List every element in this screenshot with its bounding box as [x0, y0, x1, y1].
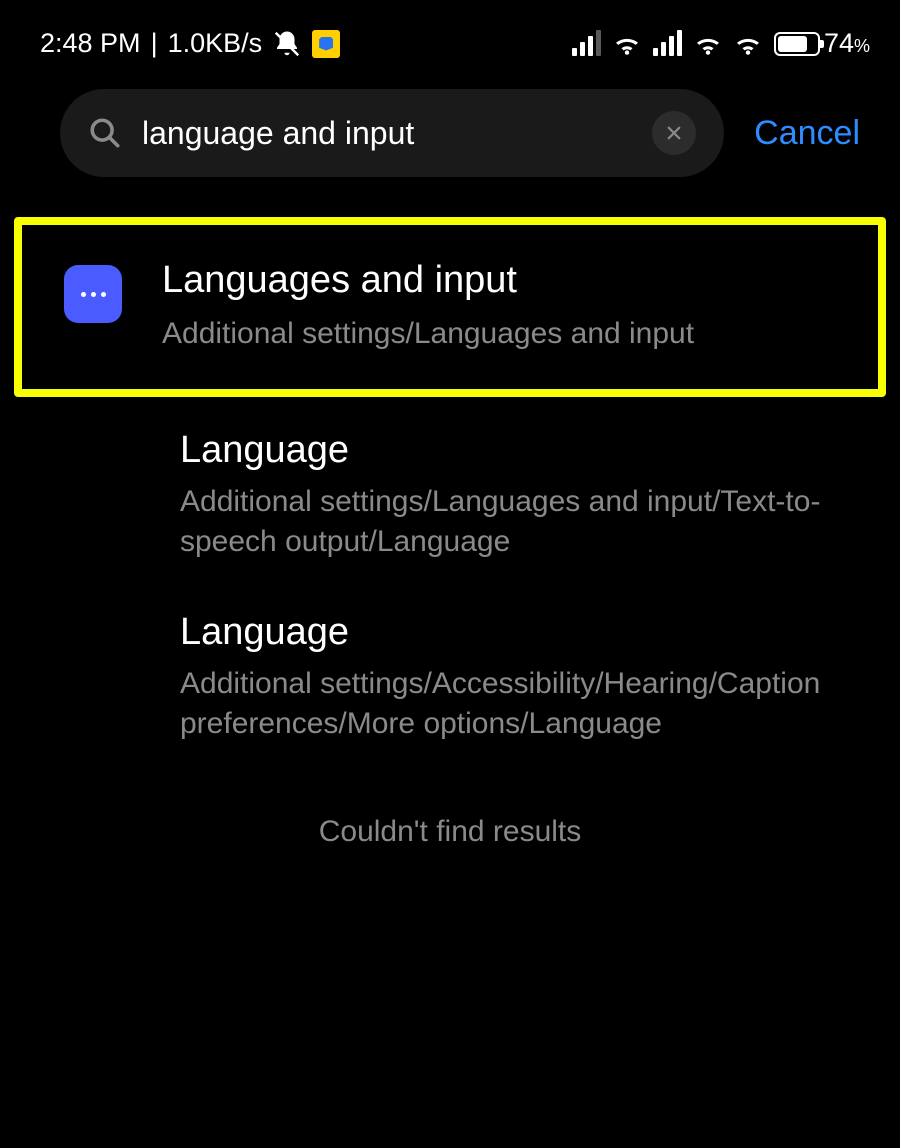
additional-settings-icon: [64, 265, 122, 323]
search-row: Cancel: [0, 79, 900, 187]
status-separator: |: [151, 28, 158, 59]
flipkart-app-icon: [312, 30, 340, 58]
wifi-icon: [613, 33, 641, 55]
result-language-caption[interactable]: Language Additional settings/Accessibili…: [0, 593, 900, 775]
settings-search-screen: 2:48 PM | 1.0KB/s 74%: [0, 0, 900, 1148]
battery-percentage: 74%: [824, 28, 870, 59]
signal-sim1-icon: [572, 32, 601, 56]
search-icon: [88, 116, 122, 150]
battery-icon: [774, 32, 820, 56]
close-icon: [665, 124, 683, 142]
status-right: 74%: [572, 28, 870, 59]
cancel-button[interactable]: Cancel: [754, 114, 870, 153]
result-language-tts[interactable]: Language Additional settings/Languages a…: [0, 411, 900, 593]
status-time: 2:48 PM: [40, 28, 141, 59]
clear-search-button[interactable]: [652, 111, 696, 155]
status-data-rate: 1.0KB/s: [168, 28, 263, 59]
signal-sim2-icon: [653, 32, 682, 56]
wifi-icon-3: [734, 33, 762, 55]
result-path: Additional settings/Languages and input: [162, 314, 848, 355]
status-left: 2:48 PM | 1.0KB/s: [40, 28, 340, 59]
result-path: Additional settings/Languages and input/…: [180, 482, 840, 563]
notifications-muted-icon: [272, 29, 302, 59]
search-input[interactable]: [142, 115, 632, 152]
search-results: Languages and input Additional settings/…: [0, 187, 900, 849]
status-bar: 2:48 PM | 1.0KB/s 74%: [0, 0, 900, 79]
result-title: Language: [180, 611, 840, 654]
result-title: Language: [180, 429, 840, 472]
highlighted-result-frame: Languages and input Additional settings/…: [14, 217, 886, 397]
ellipsis-icon: [81, 292, 106, 297]
result-path: Additional settings/Accessibility/Hearin…: [180, 664, 840, 745]
result-title: Languages and input: [162, 259, 848, 302]
result-languages-and-input[interactable]: Languages and input Additional settings/…: [22, 225, 878, 389]
battery-indicator: 74%: [774, 28, 870, 59]
search-field-container[interactable]: [60, 89, 724, 177]
wifi-icon-2: [694, 33, 722, 55]
result-text: Languages and input Additional settings/…: [162, 259, 848, 355]
no-more-results-message: Couldn't find results: [0, 775, 900, 849]
